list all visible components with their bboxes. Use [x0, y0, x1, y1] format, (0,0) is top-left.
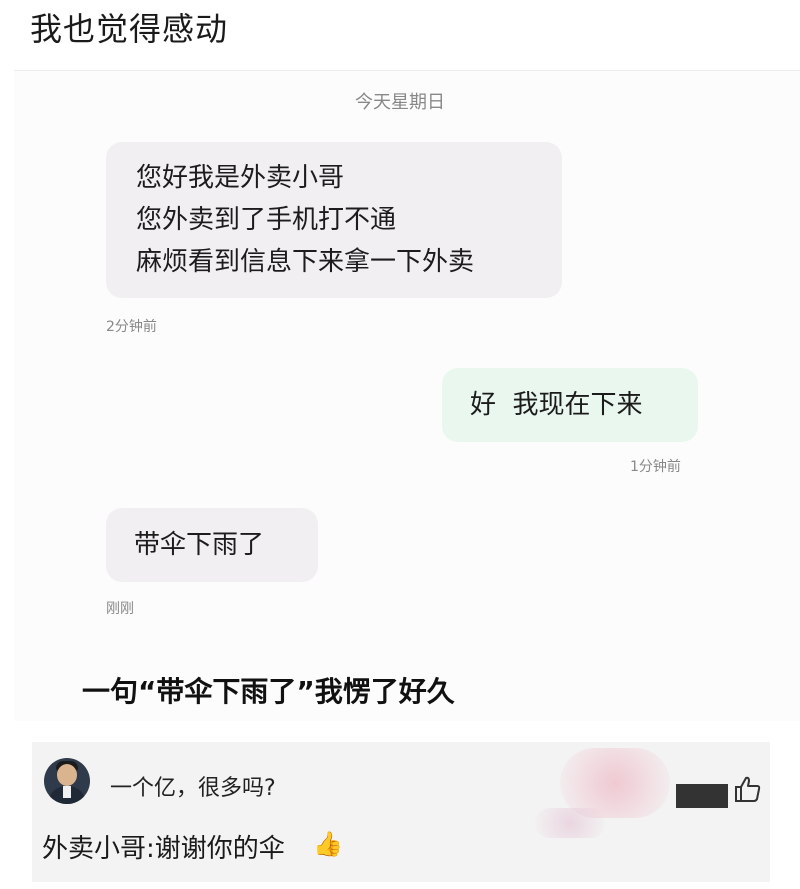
blurred-region: [535, 808, 605, 838]
post-title: 我也觉得感动: [30, 10, 229, 48]
message-timestamp: 2分钟前: [106, 319, 157, 335]
message-line: 带伞下雨了: [134, 530, 265, 560]
thumbs-up-outline-icon[interactable]: [732, 774, 762, 804]
comment-text: 一个亿，很多吗?: [110, 776, 276, 801]
date-separator: 今天星期日: [355, 92, 445, 113]
message-bubble-outgoing: 好 我现在下来: [442, 368, 698, 442]
post-caption: 一句“带伞下雨了”我愣了好久: [82, 675, 455, 708]
message-timestamp: 刚刚: [106, 601, 134, 617]
message-line: 您好我是外卖小哥: [136, 163, 345, 193]
message-line: 好 我现在下来: [470, 390, 643, 420]
message-line: 您外卖到了手机打不通: [136, 205, 397, 235]
message-bubble-incoming: 您好我是外卖小哥 您外卖到了手机打不通 麻烦看到信息下来拿一下外卖: [106, 142, 562, 298]
reply-text: 外卖小哥:谢谢你的伞: [42, 834, 285, 864]
avatar[interactable]: [44, 758, 90, 804]
message-line: 麻烦看到信息下来拿一下外卖: [136, 247, 475, 277]
message-bubble-incoming: 带伞下雨了: [106, 508, 318, 582]
redacted-like-count: [676, 784, 728, 808]
message-timestamp: 1分钟前: [630, 459, 681, 475]
thumbs-up-icon: 👍: [313, 830, 343, 858]
